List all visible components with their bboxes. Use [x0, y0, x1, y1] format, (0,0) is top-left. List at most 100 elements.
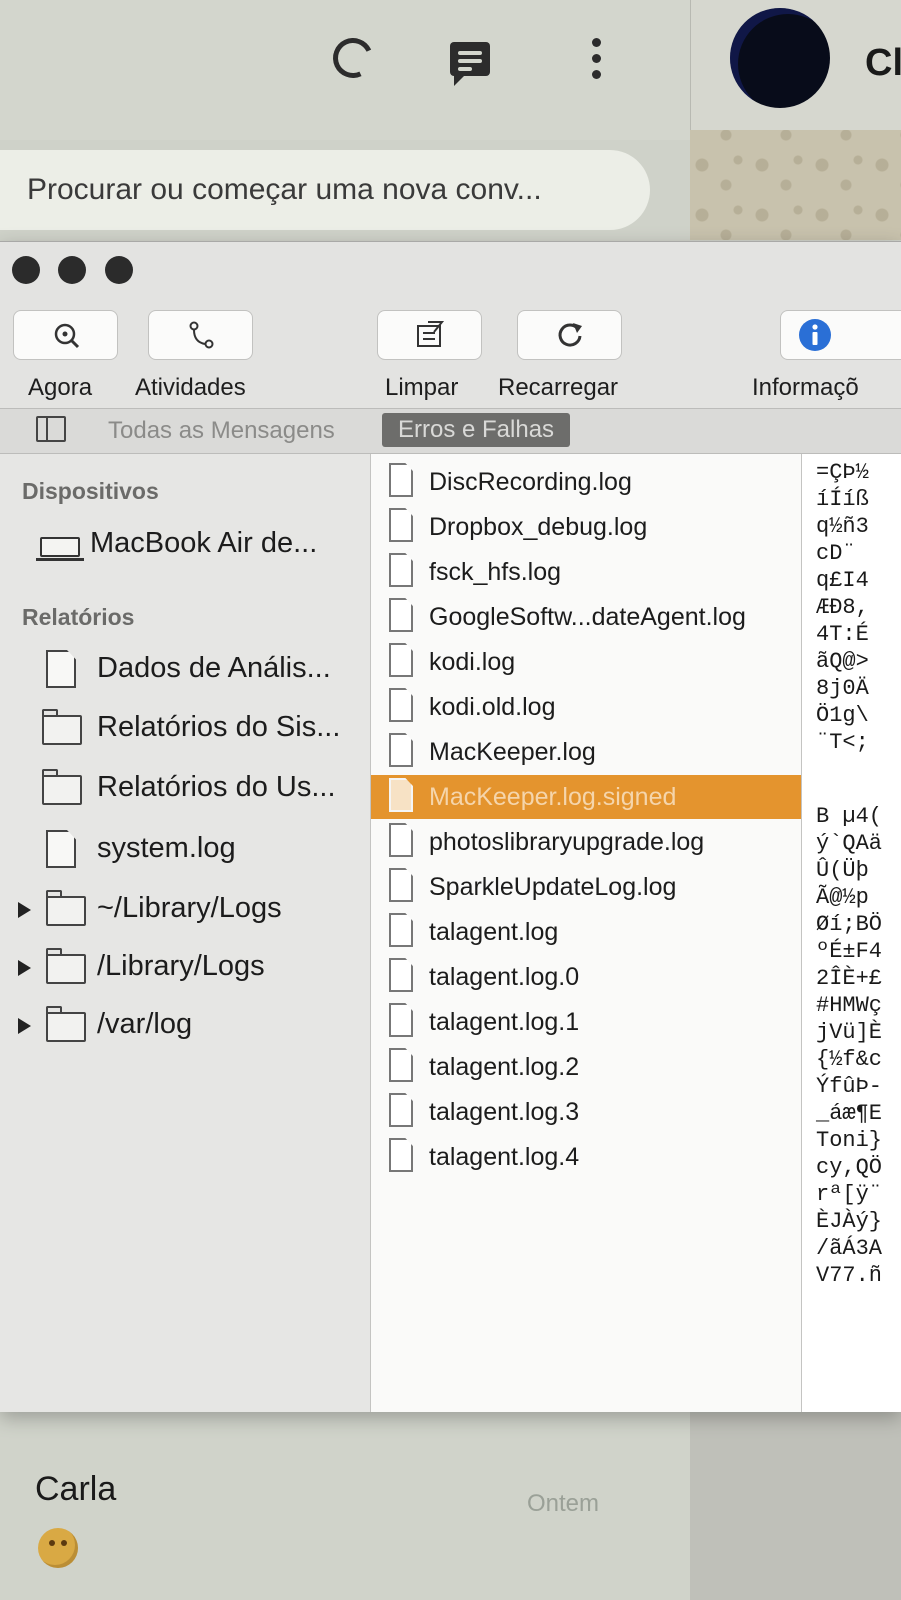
sidebar-item-library-logs[interactable]: /Library/Logs: [0, 942, 370, 992]
clear-label: Limpar: [385, 374, 459, 401]
search-input[interactable]: [25, 172, 629, 208]
smiley-emoji-icon: [38, 1528, 78, 1568]
filter-all-messages[interactable]: Todas as Mensagens: [108, 417, 335, 445]
close-button[interactable]: [12, 256, 40, 284]
zoom-button[interactable]: [105, 256, 133, 284]
document-icon: [46, 650, 76, 688]
clear-button[interactable]: [377, 310, 482, 360]
sidebar-item-label: /var/log: [97, 1008, 193, 1040]
list-item[interactable]: talagent.log.1: [371, 1000, 801, 1044]
log-line: {½f&c: [816, 1047, 883, 1072]
list-item[interactable]: MacKeeper.log: [371, 730, 801, 774]
devices-header: Dispositivos: [22, 478, 159, 504]
info-icon: [799, 319, 831, 351]
log-line: =ÇÞ½: [816, 460, 869, 485]
document-icon: [389, 958, 413, 992]
chat-header-name: Cl: [865, 42, 901, 84]
log-line: cy,QÖ: [816, 1155, 883, 1180]
document-icon: [389, 1048, 413, 1082]
disclosure-triangle-icon[interactable]: [18, 902, 31, 918]
now-button[interactable]: [13, 310, 118, 360]
log-file-list: DiscRecording.log Dropbox_debug.log fsck…: [371, 454, 802, 1412]
log-line: ÈJÀý}: [816, 1209, 883, 1234]
sidebar-item-label: Dados de Anális...: [97, 652, 331, 684]
sidebar-item-var-log[interactable]: /var/log: [0, 1000, 370, 1050]
log-line: B µ4(: [816, 804, 883, 829]
list-item[interactable]: talagent.log.4: [371, 1135, 801, 1179]
disclosure-triangle-icon[interactable]: [18, 960, 31, 976]
info-button[interactable]: [780, 310, 901, 360]
list-item[interactable]: DiscRecording.log: [371, 460, 801, 504]
sidebar-toggle-icon[interactable]: [36, 416, 66, 442]
activity-path-icon: [189, 321, 213, 349]
log-line: 8j0Ä: [816, 676, 869, 701]
sidebar-item-system-log[interactable]: system.log: [0, 824, 370, 874]
log-content-pane[interactable]: =ÇÞ½ íÍíß q½ñ3 cD¨ q£I4 ÆÐ8, 4T:É ãQ@> 8…: [802, 454, 901, 1412]
list-item[interactable]: talagent.log: [371, 910, 801, 954]
list-item[interactable]: Dropbox_debug.log: [371, 505, 801, 549]
document-icon: [46, 830, 76, 868]
disclosure-triangle-icon[interactable]: [18, 1018, 31, 1034]
sidebar-item-user-reports[interactable]: Relatórios do Us...: [0, 763, 370, 813]
clear-log-icon: [416, 321, 444, 347]
document-icon: [389, 823, 413, 857]
document-icon: [389, 733, 413, 767]
document-icon: [389, 913, 413, 947]
sidebar-item-label: /Library/Logs: [97, 950, 265, 982]
list-item[interactable]: photoslibraryupgrade.log: [371, 820, 801, 864]
list-item[interactable]: talagent.log.2: [371, 1045, 801, 1089]
title-bar[interactable]: [0, 242, 901, 302]
log-line: jVü]È: [816, 1020, 883, 1045]
activities-label: Atividades: [135, 374, 246, 401]
list-item[interactable]: GoogleSoftw...dateAgent.log: [371, 595, 801, 639]
log-line: 2ÎÈ+£: [816, 966, 883, 991]
log-line: _áæ¶E: [816, 1101, 883, 1126]
log-line: Ö1g\: [816, 703, 869, 728]
sidebar-item-label: system.log: [97, 832, 236, 864]
minimize-button[interactable]: [58, 256, 86, 284]
list-item[interactable]: SparkleUpdateLog.log: [371, 865, 801, 909]
sidebar-item-system-reports[interactable]: Relatórios do Sis...: [0, 703, 370, 753]
log-line: ÝfûÞ-: [816, 1074, 883, 1099]
sidebar-item-label: Relatórios do Us...: [97, 771, 336, 803]
log-line: ºÉ±F4: [816, 939, 883, 964]
list-item-selected[interactable]: MacKeeper.log.signed: [371, 775, 801, 819]
search-box: [0, 150, 650, 230]
log-line: ÆÐ8,: [816, 595, 869, 620]
document-icon: [389, 643, 413, 677]
list-item[interactable]: talagent.log.3: [371, 1090, 801, 1134]
reload-button[interactable]: [517, 310, 622, 360]
filter-errors-faults[interactable]: Erros e Falhas: [382, 413, 571, 447]
folder-icon: [46, 890, 86, 926]
log-line: Û(Üþ: [816, 858, 869, 883]
document-icon: [389, 868, 413, 902]
list-item[interactable]: kodi.log: [371, 640, 801, 684]
sidebar-item-user-library-logs[interactable]: ~/Library/Logs: [0, 884, 370, 934]
new-chat-icon[interactable]: [450, 42, 490, 86]
list-item[interactable]: kodi.old.log: [371, 685, 801, 729]
chat-list-item-name[interactable]: Carla: [35, 1470, 116, 1509]
sidebar-item-analytics-data[interactable]: Dados de Anális...: [0, 644, 370, 694]
sidebar-item-device[interactable]: MacBook Air de...: [0, 519, 370, 569]
log-line: Ã@½p: [816, 885, 869, 910]
filter-bar: Todas as Mensagens Erros e Falhas: [0, 408, 901, 454]
log-line: #HMWç: [816, 993, 883, 1018]
toolbar: Agora Atividades Limpar Recarregar Infor…: [0, 302, 901, 408]
sidebar-item-label: ~/Library/Logs: [97, 892, 282, 924]
chat-pane-bottom: [690, 1400, 901, 1600]
list-item[interactable]: talagent.log.0: [371, 955, 801, 999]
log-line: ¨T<;: [816, 730, 869, 755]
chat-list-item-date: Ontem: [527, 1490, 600, 1517]
laptop-icon: [36, 537, 84, 561]
activities-button[interactable]: [148, 310, 253, 360]
reload-label: Recarregar: [498, 374, 619, 401]
log-line: Toni}: [816, 1128, 883, 1153]
chat-avatar[interactable]: [730, 8, 830, 108]
list-item[interactable]: fsck_hfs.log: [371, 550, 801, 594]
document-icon: [389, 553, 413, 587]
reload-icon: [558, 323, 582, 347]
menu-icon[interactable]: [592, 38, 602, 80]
log-line: cD¨: [816, 541, 856, 566]
document-icon: [389, 463, 413, 497]
console-window: Agora Atividades Limpar Recarregar Infor…: [0, 241, 901, 1412]
